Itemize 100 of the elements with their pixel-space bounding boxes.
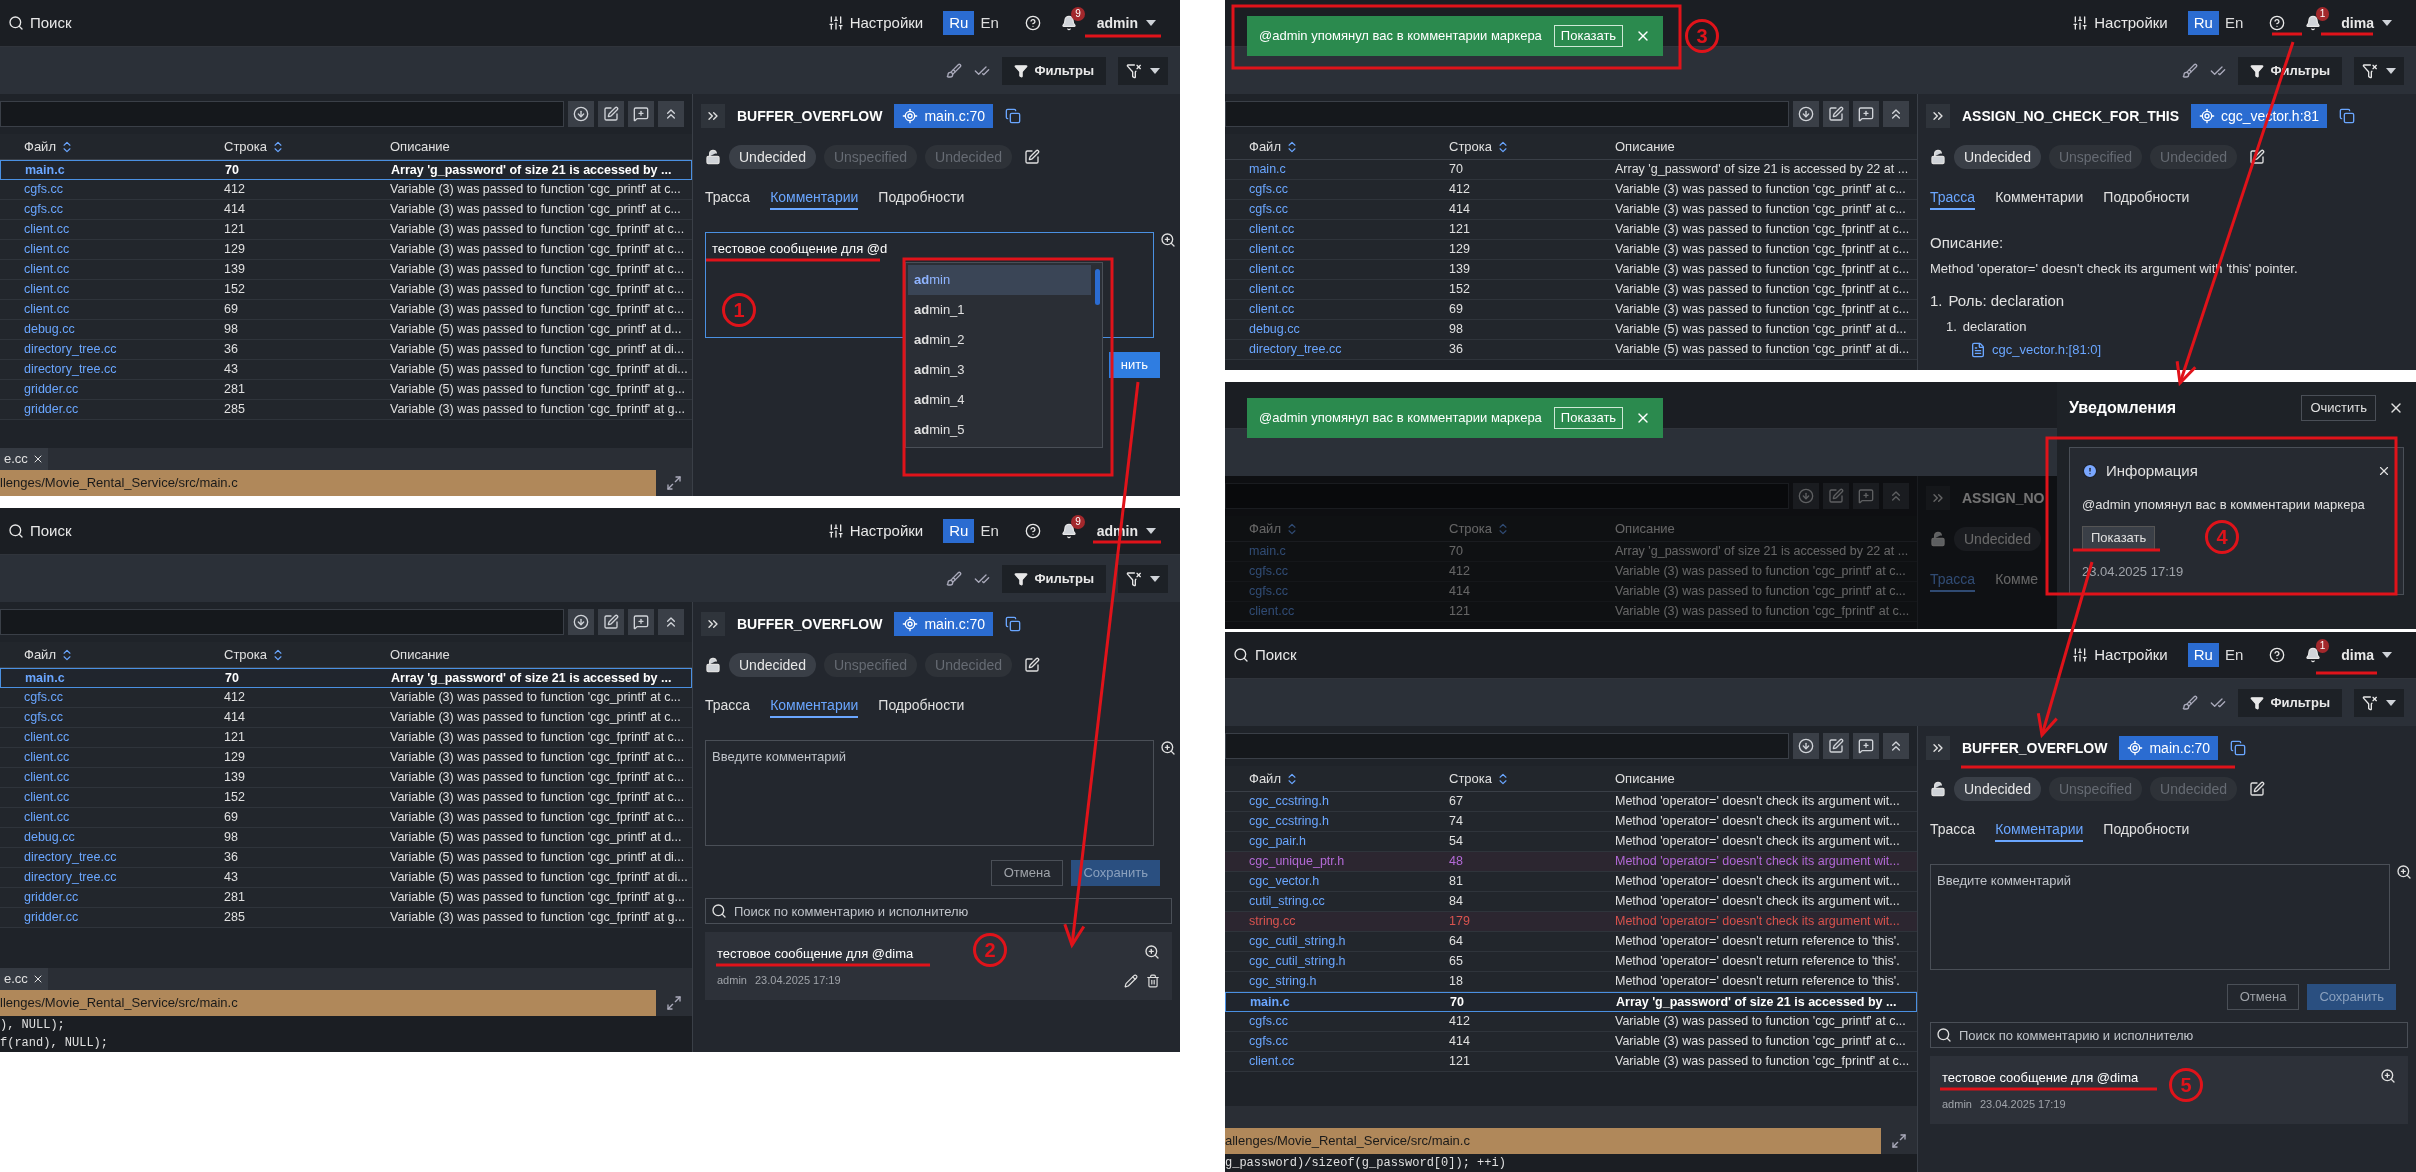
notification-bell-icon[interactable] xyxy=(2305,15,2322,31)
panel-tab[interactable]: Трасса xyxy=(705,694,751,718)
panel-tab[interactable]: Подробности xyxy=(878,694,965,718)
panel-tab[interactable]: Трасса xyxy=(1930,186,1976,210)
panel-tab[interactable]: Подробности xyxy=(2103,186,2190,210)
file-link[interactable]: debug.cc xyxy=(24,828,224,847)
file-link[interactable]: debug.cc xyxy=(24,320,224,339)
table-row[interactable]: main.c 70 Array 'g_password' of size 21 is accessed by ... xyxy=(0,668,692,688)
file-link[interactable]: client.cc xyxy=(24,220,224,239)
file-link[interactable]: client.cc xyxy=(1249,220,1449,239)
notification-bell-icon[interactable] xyxy=(1060,15,1077,31)
collapse-button[interactable] xyxy=(658,609,684,635)
file-link[interactable]: client.cc xyxy=(24,788,224,807)
file-link[interactable]: main.c xyxy=(1250,993,1450,1012)
file-link[interactable]: client.cc xyxy=(24,748,224,767)
location-link[interactable]: main.c:70 xyxy=(2119,736,2219,760)
filters-button[interactable]: Фильтры xyxy=(1002,564,1106,593)
file-link[interactable]: client.cc xyxy=(24,768,224,787)
file-link[interactable]: client.cc xyxy=(24,728,224,747)
file-link[interactable]: main.c xyxy=(1249,160,1449,179)
file-link[interactable]: cgfs.cc xyxy=(1249,1032,1449,1051)
edit-button[interactable] xyxy=(598,101,624,127)
status-pill[interactable]: Undecided xyxy=(1954,777,2041,801)
notification-bell-icon[interactable] xyxy=(1060,523,1077,539)
collapse-button[interactable] xyxy=(658,101,684,127)
file-link[interactable]: cgfs.cc xyxy=(24,688,224,707)
column-header[interactable]: Описание xyxy=(1615,768,1675,789)
settings-button[interactable]: Настройки xyxy=(2072,11,2168,35)
download-button[interactable] xyxy=(1793,733,1819,759)
file-link[interactable]: client.cc xyxy=(1249,300,1449,319)
file-link[interactable]: cgfs.cc xyxy=(1249,1012,1449,1031)
edit-icon[interactable] xyxy=(1024,149,1041,165)
file-link[interactable]: client.cc xyxy=(1249,280,1449,299)
column-header[interactable]: Описание xyxy=(390,136,450,157)
unlock-icon[interactable] xyxy=(705,657,721,673)
language-button[interactable]: En xyxy=(974,11,1005,35)
panel-tab[interactable]: Трасса xyxy=(1930,818,1976,842)
file-link[interactable]: client.cc xyxy=(24,260,224,279)
language-button[interactable]: Ru xyxy=(943,519,975,543)
file-link[interactable]: directory_tree.cc xyxy=(24,848,224,867)
panel-tab[interactable]: Подробности xyxy=(2103,818,2190,842)
edit-icon[interactable] xyxy=(1124,974,1138,988)
expand-button[interactable] xyxy=(656,990,692,1016)
search-button[interactable]: Поиск xyxy=(8,519,72,543)
scrollbar[interactable] xyxy=(1095,269,1100,305)
file-link[interactable]: client.cc xyxy=(1249,1052,1449,1071)
zoom-in-icon[interactable] xyxy=(1160,232,1176,248)
file-link[interactable]: client.cc xyxy=(1249,240,1449,259)
download-button[interactable] xyxy=(568,609,594,635)
comment-search-field[interactable]: Поиск по комментарию и исполнителю xyxy=(1930,1022,2408,1048)
user-menu-button[interactable]: dima xyxy=(2341,644,2392,666)
filters-button[interactable]: Фильтры xyxy=(1002,56,1106,85)
language-button[interactable]: En xyxy=(974,519,1005,543)
language-button[interactable]: Ru xyxy=(943,11,975,35)
settings-button[interactable]: Настройки xyxy=(827,11,924,35)
brush-icon[interactable] xyxy=(2182,62,2199,79)
file-link[interactable]: cgfs.cc xyxy=(1249,180,1449,199)
column-header[interactable]: Описание xyxy=(390,644,450,665)
collapse-button[interactable] xyxy=(1883,733,1909,759)
mention-option[interactable]: admin_1 xyxy=(908,295,1091,325)
panel-tab[interactable]: Комментарии xyxy=(1995,186,2084,210)
column-header[interactable]: Строка xyxy=(1449,768,1492,789)
settings-button[interactable]: Настройки xyxy=(2072,643,2168,667)
column-header[interactable]: Строка xyxy=(1449,136,1492,157)
clear-filter-button[interactable] xyxy=(1118,564,1168,593)
show-button[interactable]: Показать xyxy=(2082,526,2156,550)
file-link[interactable]: main.c xyxy=(25,669,225,688)
file-link[interactable]: client.cc xyxy=(1249,260,1449,279)
clear-filter-button[interactable] xyxy=(1118,56,1168,85)
clear-button[interactable]: Очистить xyxy=(2301,395,2376,421)
status-pill[interactable]: Undecided xyxy=(729,145,816,169)
column-header[interactable]: Файл xyxy=(24,136,56,157)
search-button[interactable]: Поиск xyxy=(1233,643,1297,667)
copy-icon[interactable] xyxy=(1005,108,1022,124)
user-menu-button[interactable]: dima xyxy=(2341,12,2392,34)
edit-button[interactable] xyxy=(1823,733,1849,759)
panel-tab[interactable]: Трасса xyxy=(705,186,751,210)
comment-add-button[interactable] xyxy=(628,609,654,635)
file-link[interactable]: cgc_cutil_string.h xyxy=(1249,952,1449,971)
copy-icon[interactable] xyxy=(2230,740,2247,756)
settings-button[interactable]: Настройки xyxy=(827,519,924,543)
table-search-field[interactable] xyxy=(1225,483,1789,509)
file-link[interactable]: cgfs.cc xyxy=(24,708,224,727)
comment-field[interactable]: Введите комментарий xyxy=(705,740,1154,846)
file-link[interactable]: client.cc xyxy=(24,808,224,827)
file-link[interactable]: client.cc xyxy=(24,300,224,319)
brush-icon[interactable] xyxy=(946,62,963,79)
column-header[interactable]: Файл xyxy=(1249,136,1281,157)
file-link[interactable]: cgc_cutil_string.h xyxy=(1249,932,1449,951)
expand-panel-button[interactable] xyxy=(701,612,725,636)
edit-icon[interactable] xyxy=(1024,657,1041,673)
location-link[interactable]: main.c:70 xyxy=(894,104,994,128)
download-button[interactable] xyxy=(568,101,594,127)
language-button[interactable]: Ru xyxy=(2187,643,2219,667)
file-link[interactable]: cgc_ccstring.h xyxy=(1249,792,1449,811)
comment-add-button[interactable] xyxy=(628,101,654,127)
file-link[interactable]: debug.cc xyxy=(1249,320,1449,339)
mention-option[interactable]: admin xyxy=(908,265,1091,295)
brush-icon[interactable] xyxy=(946,570,963,587)
file-link[interactable]: cgc_vector.h xyxy=(1249,872,1449,891)
